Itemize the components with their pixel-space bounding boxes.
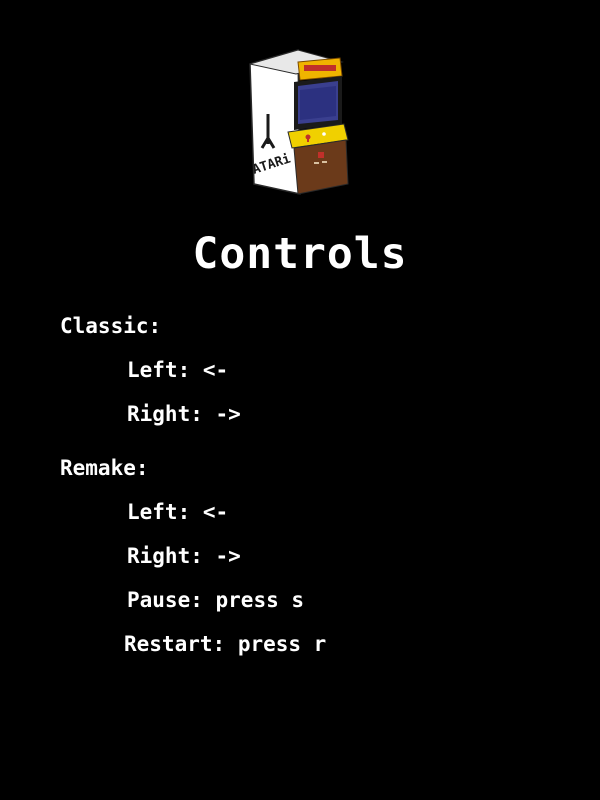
control-row-classic-right: Right: -> [127, 402, 241, 426]
control-action: Pause [127, 588, 191, 612]
control-key: <- [202, 500, 229, 524]
control-action: Left [127, 500, 178, 524]
section-heading-remake: Remake: [60, 456, 149, 480]
arcade-cabinet-icon: ATARi [249, 49, 349, 195]
control-row-remake-left: Left: <- [127, 500, 229, 524]
control-action: Right [127, 544, 191, 568]
control-row-remake-restart: Restart: press r [124, 632, 327, 656]
control-row-classic-left: Left: <- [127, 358, 229, 382]
control-key: -> [215, 544, 241, 568]
control-key: -> [215, 402, 241, 426]
section-heading-classic: Classic: [60, 314, 162, 338]
control-action: Right [127, 402, 191, 426]
control-key: press s [215, 588, 305, 612]
control-key: press r [237, 632, 327, 656]
control-row-remake-pause: Pause: press s [127, 588, 305, 612]
control-key: <- [202, 358, 229, 382]
control-action: Restart [124, 632, 213, 656]
control-row-remake-right: Right: -> [127, 544, 241, 568]
control-action: Left [127, 358, 178, 382]
page-title: Controls [192, 229, 408, 279]
